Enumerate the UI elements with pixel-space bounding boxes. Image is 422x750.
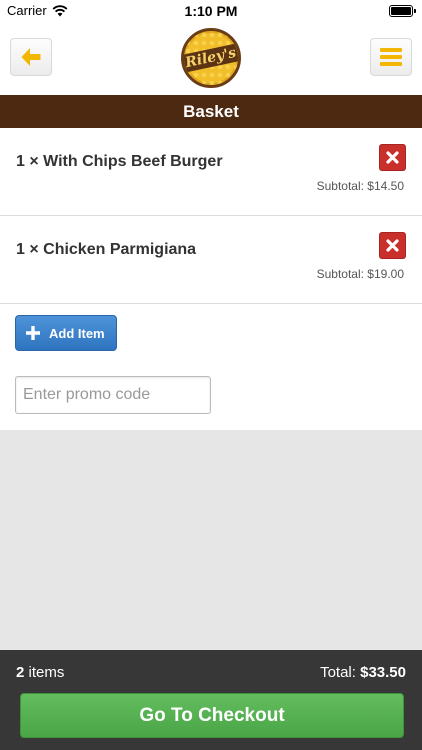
remove-item-button[interactable] xyxy=(379,144,406,171)
menu-button[interactable] xyxy=(370,38,412,76)
promo-code-input[interactable] xyxy=(15,376,211,414)
order-total: Total: $33.50 xyxy=(320,664,406,681)
basket-item: 1 × With Chips Beef Burger Subtotal: $14… xyxy=(0,128,422,216)
add-item-button[interactable]: Add Item xyxy=(15,315,117,351)
item-subtotal: Subtotal: $14.50 xyxy=(316,179,404,193)
checkout-bar: 2 items Total: $33.50 Go To Checkout xyxy=(0,650,422,750)
hamburger-menu-icon xyxy=(380,48,402,66)
item-count-label: items xyxy=(28,664,65,681)
close-icon xyxy=(386,151,399,164)
arrow-left-icon xyxy=(21,48,41,66)
checkout-button[interactable]: Go To Checkout xyxy=(20,693,404,738)
back-button[interactable] xyxy=(10,38,52,76)
total-value: $33.50 xyxy=(360,664,406,681)
add-item-label: Add Item xyxy=(49,325,105,341)
item-name: 1 × Chicken Parmigiana xyxy=(16,241,197,258)
brand-logo: Riley's xyxy=(181,28,241,88)
basket-item: 1 × Chicken Parmigiana Subtotal: $19.00 xyxy=(0,216,422,304)
battery-icon xyxy=(389,5,416,17)
plus-icon xyxy=(26,326,40,340)
close-icon xyxy=(386,239,399,252)
nav-bar: Riley's xyxy=(0,22,422,95)
page-title: Basket xyxy=(0,95,422,128)
item-subtotal: Subtotal: $19.00 xyxy=(316,267,404,281)
item-name: 1 × With Chips Beef Burger xyxy=(16,153,223,170)
basket-content: 1 × With Chips Beef Burger Subtotal: $14… xyxy=(0,128,422,430)
status-bar: Carrier 1:10 PM xyxy=(0,0,422,22)
item-count: 2 items xyxy=(16,664,64,681)
total-label: Total: xyxy=(320,664,356,681)
clock: 1:10 PM xyxy=(184,3,238,19)
item-count-number: 2 xyxy=(16,664,25,681)
remove-item-button[interactable] xyxy=(379,232,406,259)
